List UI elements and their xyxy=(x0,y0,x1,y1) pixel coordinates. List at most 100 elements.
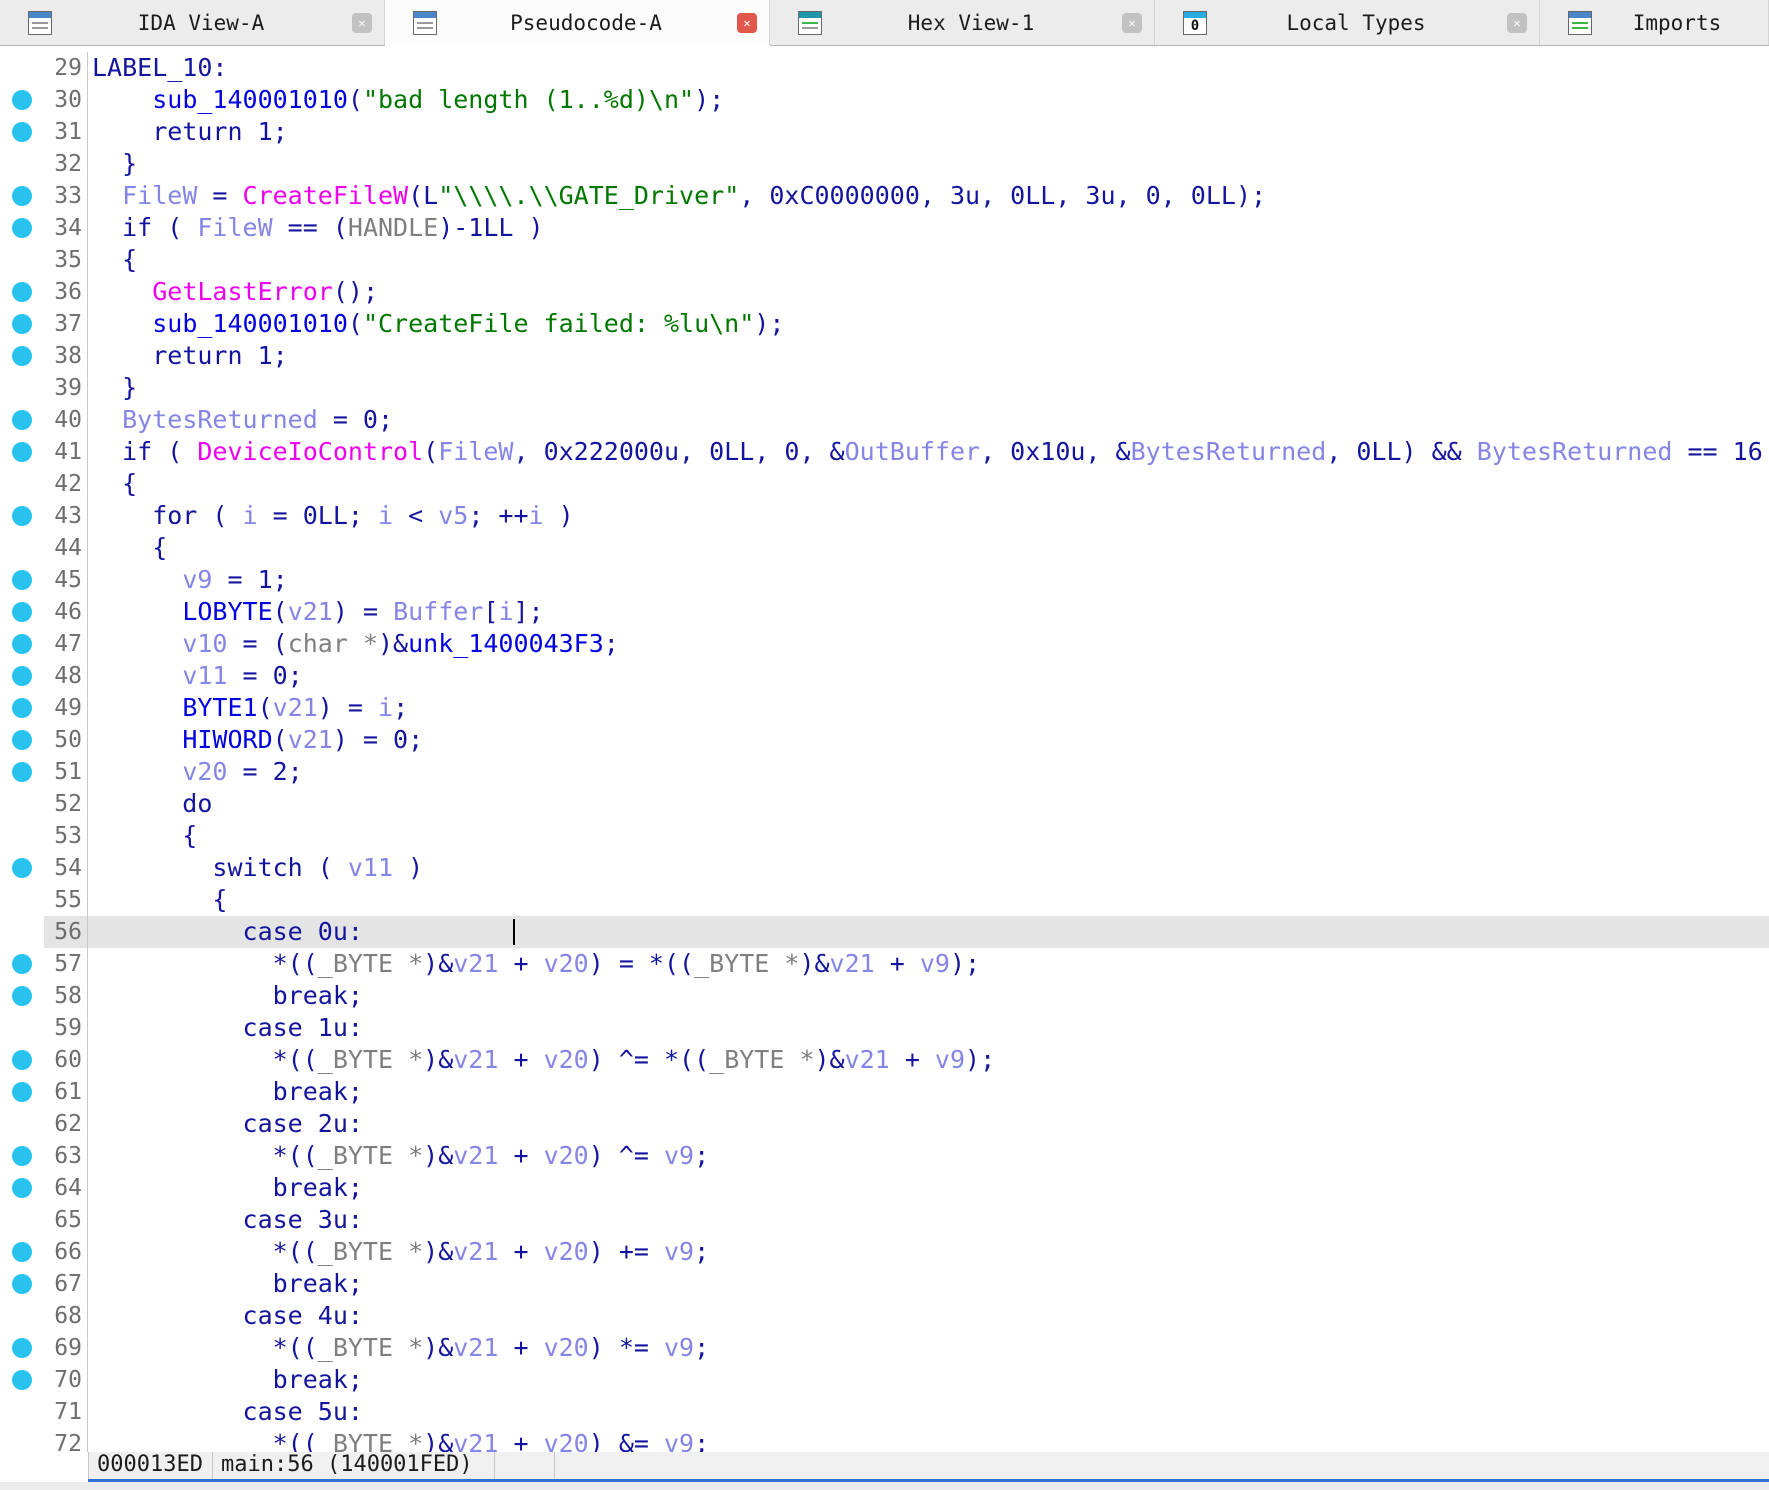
breakpoint-gutter[interactable] xyxy=(0,1268,44,1300)
breakpoint-gutter[interactable] xyxy=(0,84,44,116)
tab-pseudocode-a[interactable]: Pseudocode-A xyxy=(385,0,770,45)
code-line-33[interactable]: 33 FileW = CreateFileW(L"\\\\.\\GATE_Dri… xyxy=(0,180,1769,212)
code-line-31[interactable]: 31 return 1; xyxy=(0,116,1769,148)
code-line-45[interactable]: 45 v9 = 1; xyxy=(0,564,1769,596)
breakpoint-gutter[interactable] xyxy=(0,404,44,436)
breakpoint-gutter[interactable] xyxy=(0,308,44,340)
code-line-62[interactable]: 62 case 2u: xyxy=(0,1108,1769,1140)
close-icon[interactable] xyxy=(352,13,372,33)
code-line-71[interactable]: 71 case 5u: xyxy=(0,1396,1769,1428)
breakpoint-gutter[interactable] xyxy=(0,1172,44,1204)
code-line-57[interactable]: 57 *((_BYTE *)&v21 + v20) = *((_BYTE *)&… xyxy=(0,948,1769,980)
code-line-61[interactable]: 61 break; xyxy=(0,1076,1769,1108)
code-line-48[interactable]: 48 v11 = 0; xyxy=(0,660,1769,692)
breakpoint-gutter[interactable] xyxy=(0,756,44,788)
breakpoint-gutter[interactable] xyxy=(0,116,44,148)
code-line-69[interactable]: 69 *((_BYTE *)&v21 + v20) *= v9; xyxy=(0,1332,1769,1364)
breakpoint-gutter[interactable] xyxy=(0,628,44,660)
breakpoint-gutter[interactable] xyxy=(0,180,44,212)
breakpoint-gutter[interactable] xyxy=(0,724,44,756)
code-line-59[interactable]: 59 case 1u: xyxy=(0,1012,1769,1044)
breakpoint-gutter[interactable] xyxy=(0,916,44,948)
code-line-67[interactable]: 67 break; xyxy=(0,1268,1769,1300)
code-line-64[interactable]: 64 break; xyxy=(0,1172,1769,1204)
code-line-72[interactable]: 72 *((_BYTE *)&v21 + v20) &= v9; xyxy=(0,1428,1769,1452)
breakpoint-gutter[interactable] xyxy=(0,1044,44,1076)
breakpoint-gutter[interactable] xyxy=(0,852,44,884)
code-line-47[interactable]: 47 v10 = (char *)&unk_1400043F3; xyxy=(0,628,1769,660)
close-icon[interactable] xyxy=(737,13,757,33)
breakpoint-gutter[interactable] xyxy=(0,1108,44,1140)
breakpoint-gutter[interactable] xyxy=(0,500,44,532)
code-line-52[interactable]: 52 do xyxy=(0,788,1769,820)
breakpoint-gutter[interactable] xyxy=(0,532,44,564)
breakpoint-gutter[interactable] xyxy=(0,1396,44,1428)
code-line-66[interactable]: 66 *((_BYTE *)&v21 + v20) += v9; xyxy=(0,1236,1769,1268)
code-line-55[interactable]: 55 { xyxy=(0,884,1769,916)
close-icon[interactable] xyxy=(1122,13,1142,33)
breakpoint-gutter[interactable] xyxy=(0,660,44,692)
breakpoint-gutter[interactable] xyxy=(0,1236,44,1268)
code-line-43[interactable]: 43 for ( i = 0LL; i < v5; ++i ) xyxy=(0,500,1769,532)
code-line-30[interactable]: 30 sub_140001010("bad length (1..%d)\n")… xyxy=(0,84,1769,116)
breakpoint-gutter[interactable] xyxy=(0,788,44,820)
breakpoint-gutter[interactable] xyxy=(0,1300,44,1332)
code-line-46[interactable]: 46 LOBYTE(v21) = Buffer[i]; xyxy=(0,596,1769,628)
breakpoint-gutter[interactable] xyxy=(0,1012,44,1044)
code-line-54[interactable]: 54 switch ( v11 ) xyxy=(0,852,1769,884)
code-line-58[interactable]: 58 break; xyxy=(0,980,1769,1012)
breakpoint-gutter[interactable] xyxy=(0,980,44,1012)
breakpoint-gutter[interactable] xyxy=(0,820,44,852)
breakpoint-gutter[interactable] xyxy=(0,1364,44,1396)
pseudocode-editor[interactable]: 29LABEL_10:30 sub_140001010("bad length … xyxy=(0,46,1769,1452)
code-line-63[interactable]: 63 *((_BYTE *)&v21 + v20) ^= v9; xyxy=(0,1140,1769,1172)
breakpoint-gutter[interactable] xyxy=(0,1076,44,1108)
tab-local-types[interactable]: Local Types xyxy=(1155,0,1540,45)
code-line-60[interactable]: 60 *((_BYTE *)&v21 + v20) ^= *((_BYTE *)… xyxy=(0,1044,1769,1076)
breakpoint-gutter[interactable] xyxy=(0,1332,44,1364)
code-line-53[interactable]: 53 { xyxy=(0,820,1769,852)
breakpoint-gutter[interactable] xyxy=(0,596,44,628)
code-line-36[interactable]: 36 GetLastError(); xyxy=(0,276,1769,308)
line-number: 47 xyxy=(44,628,88,660)
code-line-65[interactable]: 65 case 3u: xyxy=(0,1204,1769,1236)
tab-ida-view-a[interactable]: IDA View-A xyxy=(0,0,385,45)
breakpoint-gutter[interactable] xyxy=(0,692,44,724)
breakpoint-gutter[interactable] xyxy=(0,436,44,468)
breakpoint-gutter[interactable] xyxy=(0,52,44,84)
line-number: 57 xyxy=(44,948,88,980)
breakpoint-gutter[interactable] xyxy=(0,244,44,276)
tab-hex-view-1[interactable]: Hex View-1 xyxy=(770,0,1155,45)
breakpoint-gutter[interactable] xyxy=(0,148,44,180)
tab-imports[interactable]: Imports xyxy=(1540,0,1769,45)
code-line-39[interactable]: 39 } xyxy=(0,372,1769,404)
breakpoint-gutter[interactable] xyxy=(0,1140,44,1172)
breakpoint-gutter[interactable] xyxy=(0,564,44,596)
code-line-37[interactable]: 37 sub_140001010("CreateFile failed: %lu… xyxy=(0,308,1769,340)
breakpoint-gutter[interactable] xyxy=(0,212,44,244)
breakpoint-gutter[interactable] xyxy=(0,884,44,916)
code-line-40[interactable]: 40 BytesReturned = 0; xyxy=(0,404,1769,436)
breakpoint-gutter[interactable] xyxy=(0,276,44,308)
code-line-42[interactable]: 42 { xyxy=(0,468,1769,500)
code-line-49[interactable]: 49 BYTE1(v21) = i; xyxy=(0,692,1769,724)
code-line-41[interactable]: 41 if ( DeviceIoControl(FileW, 0x222000u… xyxy=(0,436,1769,468)
breakpoint-gutter[interactable] xyxy=(0,1204,44,1236)
code-line-56[interactable]: 56 case 0u: xyxy=(0,916,1769,948)
breakpoint-gutter[interactable] xyxy=(0,340,44,372)
code-line-68[interactable]: 68 case 4u: xyxy=(0,1300,1769,1332)
breakpoint-gutter[interactable] xyxy=(0,372,44,404)
code-line-32[interactable]: 32 } xyxy=(0,148,1769,180)
breakpoint-gutter[interactable] xyxy=(0,468,44,500)
code-line-51[interactable]: 51 v20 = 2; xyxy=(0,756,1769,788)
code-line-29[interactable]: 29LABEL_10: xyxy=(0,52,1769,84)
code-line-38[interactable]: 38 return 1; xyxy=(0,340,1769,372)
code-line-34[interactable]: 34 if ( FileW == (HANDLE)-1LL ) xyxy=(0,212,1769,244)
code-line-44[interactable]: 44 { xyxy=(0,532,1769,564)
close-icon[interactable] xyxy=(1507,13,1527,33)
breakpoint-gutter[interactable] xyxy=(0,1428,44,1452)
code-line-70[interactable]: 70 break; xyxy=(0,1364,1769,1396)
code-line-35[interactable]: 35 { xyxy=(0,244,1769,276)
code-line-50[interactable]: 50 HIWORD(v21) = 0; xyxy=(0,724,1769,756)
breakpoint-gutter[interactable] xyxy=(0,948,44,980)
